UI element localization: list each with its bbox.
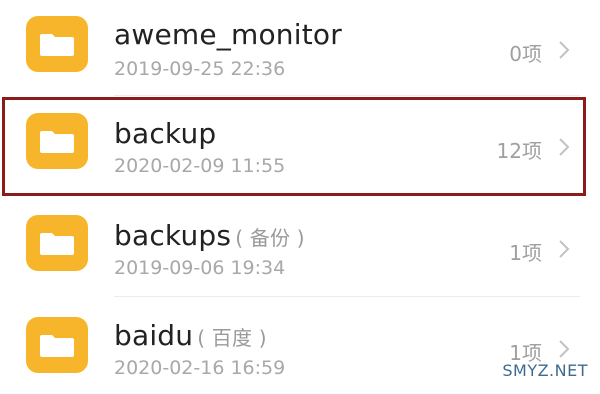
folder-name: aweme_monitor bbox=[114, 18, 342, 51]
chevron-right-icon bbox=[559, 240, 570, 258]
modified-date: 2019-09-06 19:34 bbox=[114, 257, 286, 279]
folder-name: backup bbox=[114, 117, 216, 150]
item-count: 12项 bbox=[496, 139, 542, 163]
folder-icon bbox=[26, 113, 88, 169]
folder-icon bbox=[26, 317, 88, 373]
folder-icon bbox=[26, 215, 88, 271]
modified-date: 2020-02-09 11:55 bbox=[114, 155, 286, 177]
item-count: 1项 bbox=[509, 241, 542, 265]
modified-date: 2019-09-25 22:36 bbox=[114, 58, 286, 80]
folder-name-text: backups bbox=[114, 219, 232, 252]
folder-name-text: aweme_monitor bbox=[114, 18, 342, 51]
folder-name: backups( 备份 ) bbox=[114, 219, 305, 252]
chevron-right-icon bbox=[559, 41, 570, 59]
chevron-right-icon bbox=[559, 138, 570, 156]
folder-row-backups[interactable]: backups( 备份 ) 2019-09-06 19:34 1项 bbox=[0, 197, 600, 297]
folder-alias: ( 百度 ) bbox=[197, 326, 267, 350]
folder-name-text: backup bbox=[114, 117, 217, 150]
folder-row-backup[interactable]: backup 2020-02-09 11:55 12项 bbox=[0, 97, 600, 197]
item-count: 0项 bbox=[509, 42, 542, 66]
chevron-right-icon bbox=[559, 340, 570, 358]
file-list: aweme_monitor 2019-09-25 22:36 0项 backup… bbox=[0, 0, 600, 394]
folder-alias: ( 备份 ) bbox=[235, 226, 305, 250]
folder-name-text: baidu bbox=[114, 319, 194, 352]
row-divider bbox=[114, 95, 580, 96]
folder-row-aweme-monitor[interactable]: aweme_monitor 2019-09-25 22:36 0项 bbox=[0, 0, 600, 96]
folder-icon bbox=[26, 16, 88, 72]
folder-name: baidu( 百度 ) bbox=[114, 319, 267, 352]
watermark: SMYZ.NET bbox=[502, 361, 588, 380]
modified-date: 2020-02-16 16:59 bbox=[114, 357, 286, 379]
